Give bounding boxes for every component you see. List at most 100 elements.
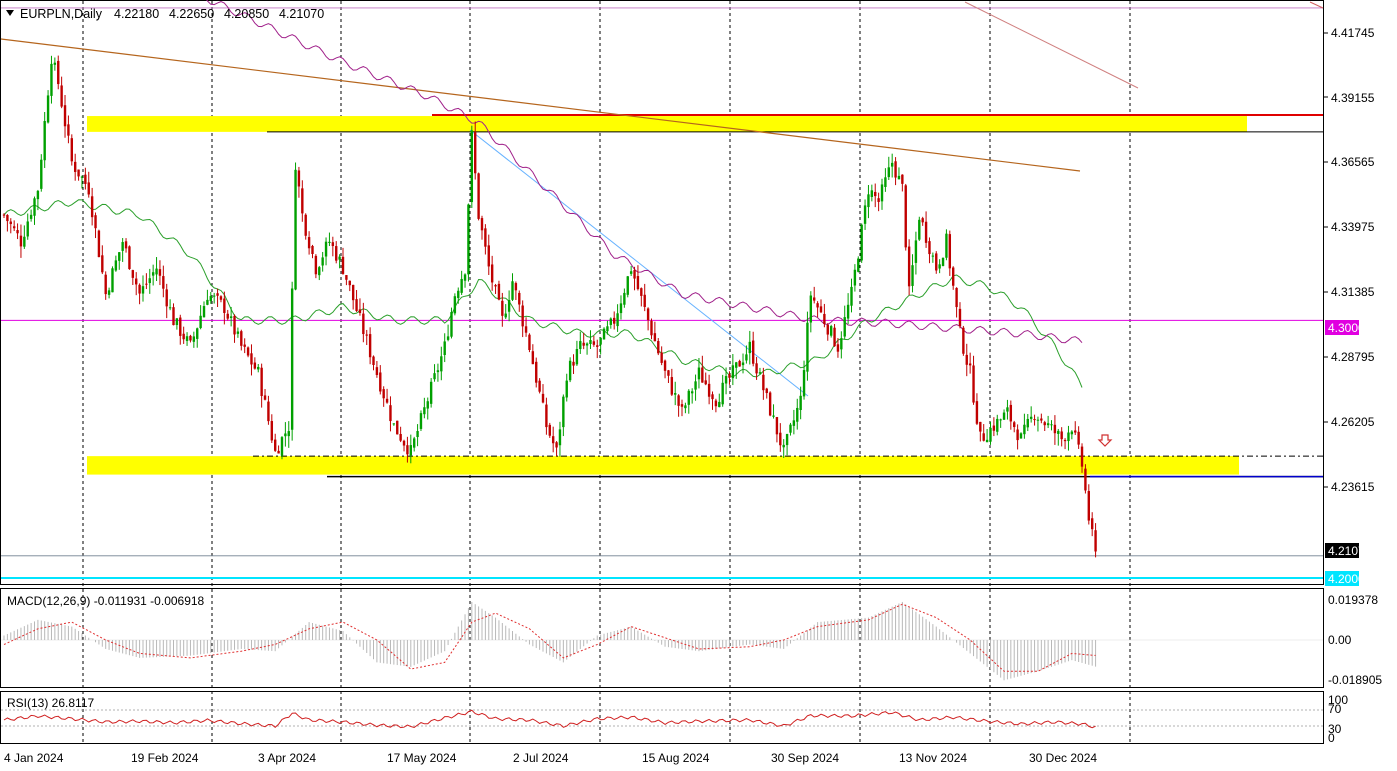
price-panel[interactable] <box>0 0 1324 585</box>
candle-body-down <box>657 341 660 354</box>
macd-label: MACD(12,26,9) -0.011931 -0.006918 <box>7 594 205 608</box>
candle-body-down <box>572 361 575 366</box>
candle-body-down <box>521 305 524 327</box>
candle-body-down <box>592 341 596 345</box>
candle-body-down <box>216 293 219 296</box>
candle-body-down <box>640 288 643 296</box>
candle-body-up <box>890 162 894 167</box>
candle-body-down <box>707 383 711 397</box>
price-tick: 4.33975 <box>1331 220 1375 234</box>
candle-body-up <box>440 356 443 372</box>
candle-body-up <box>1050 424 1053 426</box>
candle-body-down <box>535 361 538 383</box>
candle-body-down <box>297 170 301 187</box>
candle-body-up <box>206 299 209 305</box>
candle-body-down <box>331 242 335 247</box>
candle-body-up <box>141 286 145 294</box>
candle-body-down <box>97 230 101 258</box>
candle-body-down <box>633 270 636 279</box>
price-tick: 4.39155 <box>1331 91 1375 105</box>
candle-body-up <box>416 431 419 438</box>
support-resistance-zone <box>87 456 1239 475</box>
candle-body-up <box>168 307 172 309</box>
candle-body-up <box>880 184 884 202</box>
candle-body-up <box>918 219 921 240</box>
candle-body-up <box>1006 407 1009 412</box>
candle-body-down <box>738 360 741 367</box>
candle-body-up <box>470 130 474 203</box>
candle-body-up <box>80 176 84 178</box>
candle-body-down <box>538 380 541 392</box>
candle-body-down <box>243 344 246 347</box>
candle-body-up <box>575 349 579 365</box>
candle-body-up <box>209 296 212 302</box>
candle-body-down <box>728 374 731 378</box>
candle-body-down <box>701 367 704 383</box>
time-label: 19 Feb 2024 <box>131 751 199 765</box>
candle-body-down <box>487 245 490 267</box>
candle-body-up <box>392 423 396 425</box>
candle-body-down <box>73 161 77 172</box>
candle-body-down <box>301 188 304 214</box>
candle-body-up <box>1046 423 1050 426</box>
candle-body-down <box>904 185 907 248</box>
candle-body-down <box>768 392 772 416</box>
candle-body-up <box>853 269 857 286</box>
candle-body-down <box>874 191 877 197</box>
candle-body-up <box>609 318 613 325</box>
candle-body-up <box>602 328 606 340</box>
candle-body-down <box>714 400 718 407</box>
candle-body-up <box>619 303 623 314</box>
candle-body-down <box>375 367 379 375</box>
candle-body-down <box>545 404 548 428</box>
candle-body-down <box>1084 468 1087 491</box>
candle-body-down <box>165 289 168 307</box>
candle-body-up <box>185 336 189 341</box>
chart-canvas[interactable]: EURPLN,Daily 4.22180 4.22650 4.20850 4.2… <box>0 0 1397 771</box>
candle-body-down <box>653 333 657 342</box>
candle-body-up <box>26 221 29 237</box>
candle-body-up <box>724 376 728 384</box>
candle-body-up <box>43 121 46 161</box>
candle-body-up <box>338 256 341 260</box>
candle-body-down <box>924 221 928 243</box>
rsi-tick: 0 <box>1328 731 1335 745</box>
candle-body-up <box>121 242 124 251</box>
candle-body-up <box>589 340 592 345</box>
candle-body-up <box>33 198 36 216</box>
candle-body-up <box>446 336 450 340</box>
candle-body-down <box>372 356 375 365</box>
candle-body-down <box>711 394 714 400</box>
candle-body-down <box>101 255 104 273</box>
candle-body-up <box>718 401 721 408</box>
candle-body-up <box>799 395 802 411</box>
candle-body-down <box>260 367 263 397</box>
candle-body-down <box>819 306 823 313</box>
candle-body-down <box>646 308 650 321</box>
candle-body-down <box>958 308 962 327</box>
candle-body-up <box>457 290 460 298</box>
candle-body-down <box>1087 491 1090 521</box>
candle-body-down <box>1009 404 1013 422</box>
candle-body-down <box>345 275 348 280</box>
candle-body-down <box>907 246 911 287</box>
candle-body-up <box>887 167 890 178</box>
candle-body-down <box>490 264 494 283</box>
candle-body-up <box>1036 419 1040 421</box>
candle-body-up <box>684 405 687 409</box>
rsi-panel[interactable] <box>0 691 1324 744</box>
candle-body-down <box>399 433 402 441</box>
candle-body-down <box>955 287 958 308</box>
candle-body-down <box>246 347 250 356</box>
candle-body-down <box>1090 518 1094 530</box>
candle-body-down <box>921 218 924 223</box>
candle-body-up <box>772 415 775 417</box>
candle-body-down <box>12 226 16 229</box>
candle-body-down <box>341 256 345 274</box>
candle-body-down <box>1074 430 1077 433</box>
candle-body-down <box>19 235 23 247</box>
candle-body-up <box>941 257 945 266</box>
candle-body-up <box>419 413 423 429</box>
candle-body-down <box>1040 418 1043 421</box>
current-price-tag: 4.21070 <box>1328 544 1372 558</box>
